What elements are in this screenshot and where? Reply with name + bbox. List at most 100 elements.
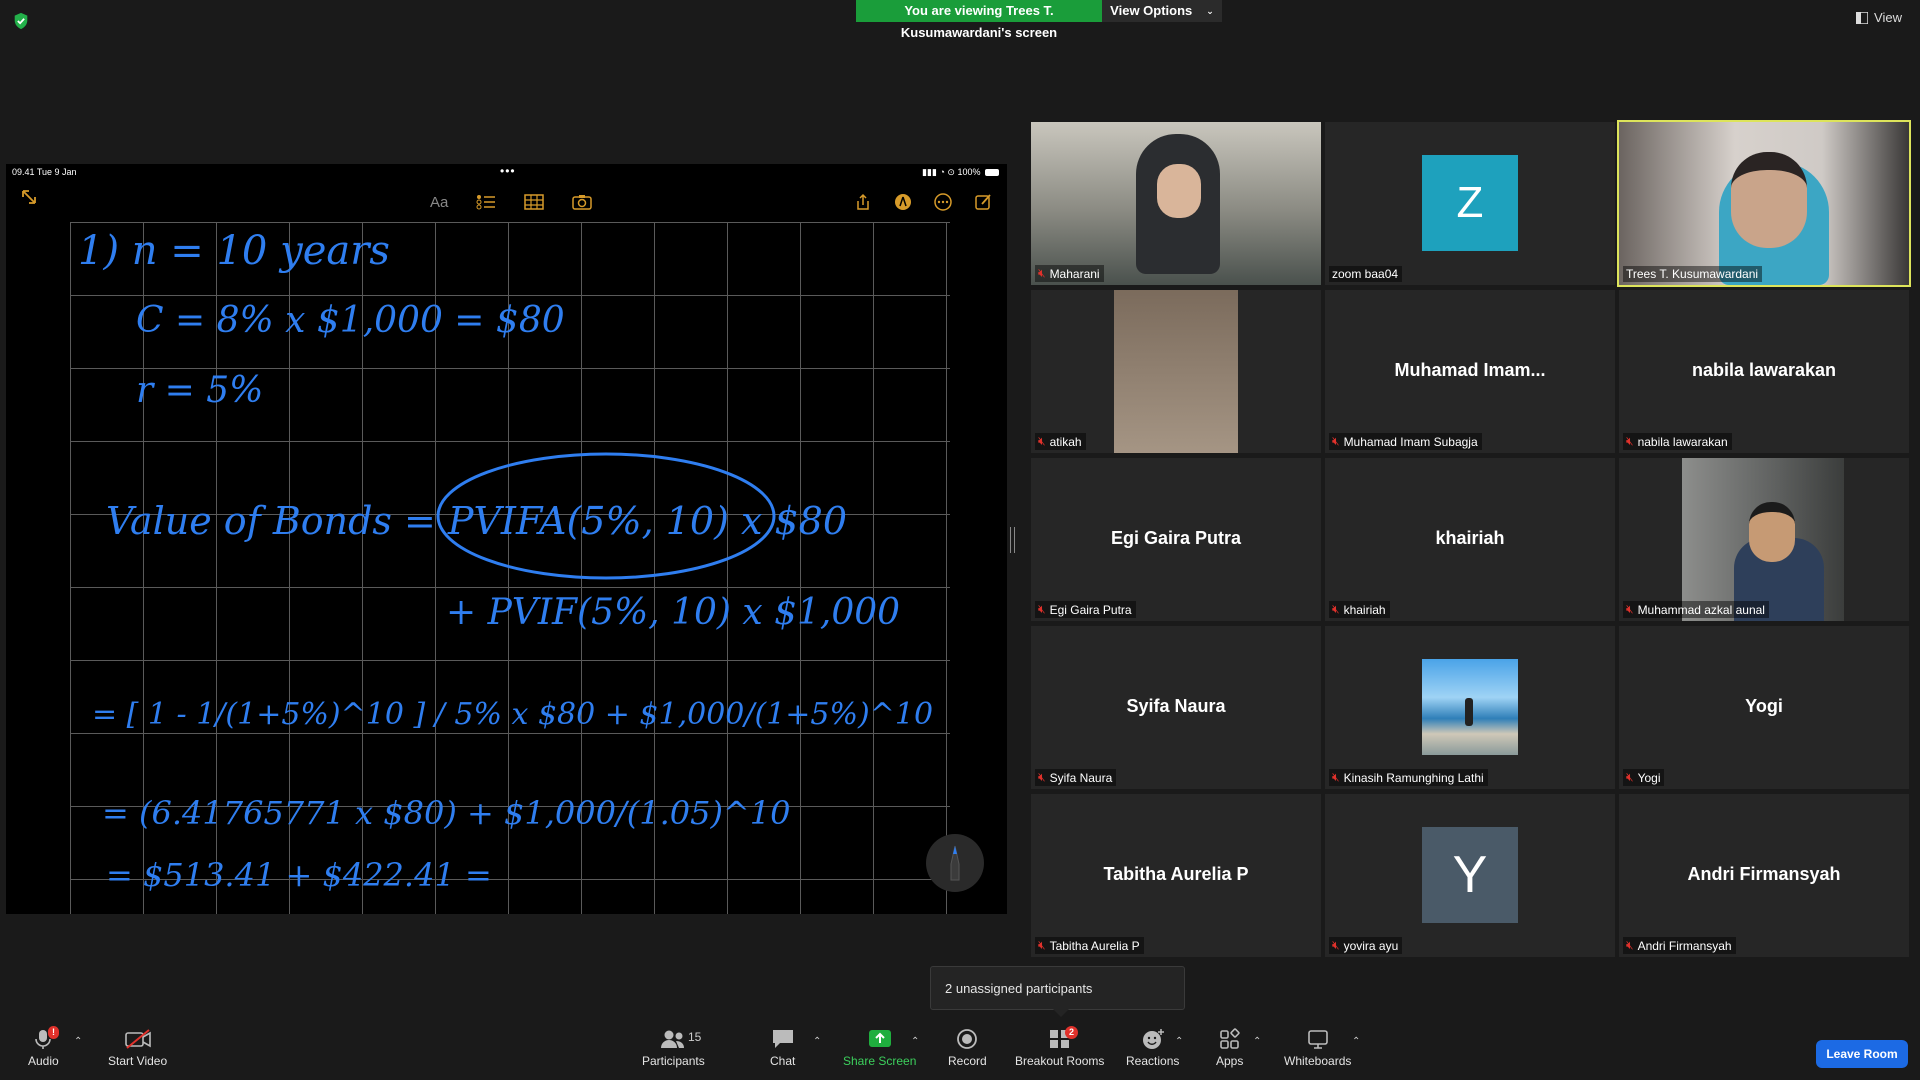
participant-tile[interactable]: Syifa Naura 🔇︎ Syifa Naura — [1031, 626, 1321, 789]
participant-name-tag: 🔇︎ atikah — [1035, 433, 1086, 450]
participant-tile[interactable]: 🔇︎ Muhammad azkal aunal — [1619, 458, 1909, 621]
participant-name-tag: 🔇︎ Maharani — [1035, 265, 1104, 282]
participant-tile[interactable]: khairiah 🔇︎ khairiah — [1325, 458, 1615, 621]
leave-room-button[interactable]: Leave Room — [1816, 1040, 1908, 1068]
participants-button[interactable]: Participants 15 — [642, 1028, 705, 1068]
avatar: Y — [1422, 827, 1518, 923]
split-view-divider[interactable] — [1010, 527, 1015, 553]
pencil-tool-button[interactable] — [926, 834, 984, 892]
shared-screen[interactable]: 09.41 Tue 9 Jan ••• ▮▮▮ ◔ ⊙ 100% Aa 1) n… — [6, 164, 1007, 914]
handwritten-math: 1) n = 10 years C = 8% x $1,000 = $80 r … — [78, 228, 933, 894]
participant-tile[interactable]: 🔇︎ atikah — [1031, 290, 1321, 453]
record-label: Record — [948, 1054, 987, 1068]
apps-button[interactable]: Apps — [1216, 1028, 1243, 1068]
security-shield-icon[interactable] — [12, 12, 30, 30]
mic-muted-icon: 🔇︎ — [1626, 434, 1634, 448]
pencil-icon — [950, 845, 960, 881]
participant-name-tag: 🔇︎ Tabitha Aurelia P — [1035, 937, 1144, 954]
audio-alert-badge: ! — [48, 1026, 59, 1039]
participant-tile[interactable]: Egi Gaira Putra 🔇︎ Egi Gaira Putra — [1031, 458, 1321, 621]
view-options-button[interactable]: View Options ⌄ — [1102, 0, 1222, 22]
participant-tile[interactable]: Andri Firmansyah 🔇︎ Andri Firmansyah — [1619, 794, 1909, 957]
participant-name-tag: 🔇︎ Kinasih Ramunghing Lathi — [1329, 769, 1488, 786]
participant-tile[interactable]: Tabitha Aurelia P 🔇︎ Tabitha Aurelia P — [1031, 794, 1321, 957]
audio-options-caret[interactable]: ⌃ — [74, 1036, 82, 1047]
video-feed — [1114, 290, 1238, 453]
participant-display-name: Yogi — [1745, 696, 1783, 716]
participant-name: Kinasih Ramunghing Lathi — [1343, 770, 1484, 785]
participant-display-name: Andri Firmansyah — [1687, 864, 1841, 884]
participant-name: yovira ayu — [1343, 938, 1399, 953]
video-off-icon — [124, 1029, 151, 1049]
participant-tile[interactable]: Muhamad Imam... 🔇︎ Muhamad Imam Subagja — [1325, 290, 1615, 453]
audio-button[interactable]: Audio ! — [28, 1026, 59, 1068]
whiteboards-options-caret[interactable]: ⌃ — [1352, 1036, 1360, 1047]
participant-tile[interactable]: nabila lawarakan 🔇︎ nabila lawarakan — [1619, 290, 1909, 453]
mic-muted-icon: 🔇︎ — [1332, 770, 1340, 784]
chevron-down-icon: ⌄ — [1206, 6, 1214, 16]
chat-bubble-icon — [772, 1030, 793, 1048]
view-label: View — [1874, 10, 1902, 25]
ink-line-2: C = 8% x $1,000 = $80 — [136, 300, 565, 341]
share-screen-button[interactable]: Share Screen — [843, 1028, 916, 1068]
participant-name-tag: Trees T. Kusumawardani — [1623, 266, 1763, 282]
breakout-rooms-button[interactable]: Breakout Rooms 2 — [1015, 1026, 1104, 1068]
participant-display-name: Egi Gaira Putra — [1110, 528, 1242, 548]
participant-name: Egi Gaira Putra — [1049, 602, 1132, 617]
participants-label: Participants — [642, 1054, 705, 1068]
record-button[interactable]: Record — [948, 1028, 987, 1068]
participant-name: Muhamad Imam Subagja — [1343, 434, 1478, 449]
chat-label: Chat — [770, 1054, 796, 1068]
mic-muted-icon: 🔇︎ — [1332, 434, 1340, 448]
participant-tile[interactable]: 🔇︎ Kinasih Ramunghing Lathi — [1325, 626, 1615, 789]
mic-muted-icon: 🔇︎ — [1626, 770, 1634, 784]
participant-tile[interactable]: Yogi 🔇︎ Yogi — [1619, 626, 1909, 789]
ink-line-1: 1) n = 10 years — [78, 228, 390, 274]
participant-name: Tabitha Aurelia P — [1049, 938, 1140, 953]
chat-button[interactable]: Chat — [770, 1028, 795, 1068]
participant-name: Syifa Naura — [1049, 770, 1113, 785]
participant-tile[interactable]: 🔇︎ Maharani — [1031, 122, 1321, 285]
share-options-caret[interactable]: ⌃ — [911, 1036, 919, 1047]
mic-muted-icon: 🔇︎ — [1038, 602, 1046, 616]
screen-share-banner: You are viewing Trees T. Kusumawardani's… — [856, 0, 1222, 40]
participant-name: Andri Firmansyah — [1637, 938, 1732, 953]
video-face — [1731, 152, 1807, 248]
mic-muted-icon: 🔇︎ — [1038, 266, 1046, 280]
avatar: Z — [1422, 155, 1518, 251]
participant-tile[interactable]: Z zoom baa04 — [1325, 122, 1615, 285]
ink-line-8: = $513.41 + $422.41 = — [106, 856, 492, 894]
mic-muted-icon: 🔇︎ — [1038, 938, 1046, 952]
start-video-label: Start Video — [108, 1054, 168, 1068]
view-layout-button[interactable]: View — [1856, 10, 1902, 25]
apps-options-caret[interactable]: ⌃ — [1253, 1036, 1261, 1047]
apps-label: Apps — [1216, 1054, 1244, 1068]
participant-name-tag: zoom baa04 — [1329, 266, 1403, 282]
participant-display-name: khairiah — [1435, 528, 1505, 548]
participant-tile-active-speaker[interactable]: Trees T. Kusumawardani — [1617, 120, 1911, 287]
start-video-button[interactable]: Start Video — [108, 1028, 167, 1068]
mic-muted-icon: 🔇︎ — [1626, 938, 1634, 952]
mic-muted-icon: 🔇︎ — [1038, 434, 1046, 448]
whiteboard-icon — [1307, 1030, 1328, 1049]
participant-name: atikah — [1049, 434, 1082, 449]
mic-muted-icon: 🔇︎ — [1626, 602, 1634, 616]
reactions-button[interactable]: Reactions — [1126, 1028, 1179, 1068]
participant-name-tag: 🔇︎ Andri Firmansyah — [1623, 937, 1736, 954]
participant-name-tag: 🔇︎ Muhammad azkal aunal — [1623, 601, 1769, 618]
tooltip-text: 2 unassigned participants — [945, 980, 1093, 996]
participant-tile[interactable]: Y 🔇︎ yovira ayu — [1325, 794, 1615, 957]
participants-count: 15 — [688, 1030, 702, 1044]
participant-name: Maharani — [1049, 266, 1100, 281]
mic-muted-icon: 🔇︎ — [1038, 770, 1046, 784]
video-face — [1157, 164, 1201, 218]
grid-view-icon — [1856, 11, 1869, 24]
chat-options-caret[interactable]: ⌃ — [813, 1036, 821, 1047]
participant-name: Yogi — [1637, 770, 1661, 785]
participant-display-name: Muhamad Imam... — [1394, 360, 1546, 380]
ink-line-3: r = 5% — [136, 370, 263, 411]
video-face — [1749, 502, 1795, 562]
reactions-options-caret[interactable]: ⌃ — [1175, 1036, 1183, 1047]
view-options-label: View Options — [1110, 3, 1193, 18]
whiteboards-button[interactable]: Whiteboards — [1284, 1028, 1351, 1068]
